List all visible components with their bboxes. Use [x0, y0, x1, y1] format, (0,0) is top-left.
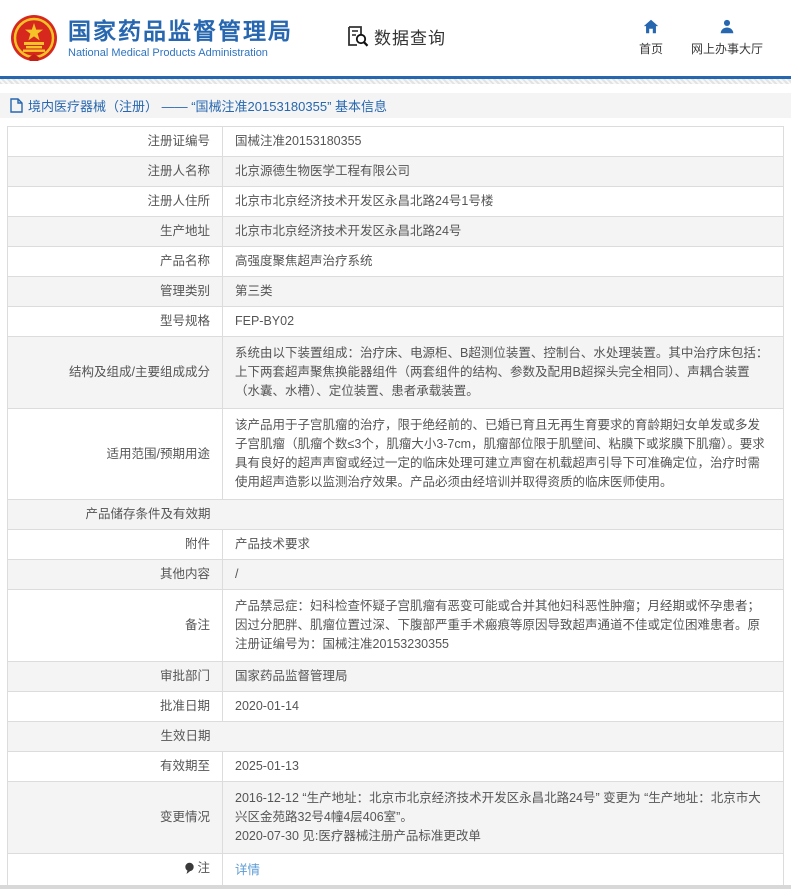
table-row: 适用范围/预期用途 该产品用于子宫肌瘤的治疗，限于绝经前的、已婚已育且无再生育要… — [8, 409, 784, 500]
field-value: 国械注准20153180355 — [223, 127, 784, 157]
field-label: 生效日期 — [8, 722, 223, 752]
field-label: 注 — [8, 854, 223, 888]
site-header: 国家药品监督管理局 National Medical Products Admi… — [0, 0, 791, 76]
table-row: 结构及组成/主要组成成分 系统由以下装置组成：治疗床、电源柜、B超测位装置、控制… — [8, 337, 784, 409]
details-link[interactable]: 详情 — [235, 863, 260, 877]
field-value: 第三类 — [223, 277, 784, 307]
registration-info-table: 注册证编号 国械注准20153180355 注册人名称 北京源德生物医学工程有限… — [7, 126, 784, 889]
table-row: 生效日期 — [8, 722, 784, 752]
data-query-tab[interactable]: 数据查询 — [345, 24, 446, 49]
field-label: 生产地址 — [8, 217, 223, 247]
document-search-icon — [345, 24, 369, 48]
table-row: 备注 产品禁忌症：妇科检查怀疑子宫肌瘤有恶变可能或合并其他妇科恶性肿瘤；月经期或… — [8, 590, 784, 662]
table-row: 注册人住所 北京市北京经济技术开发区永昌北路24号1号楼 — [8, 187, 784, 217]
table-row: 审批部门 国家药品监督管理局 — [8, 662, 784, 692]
site-title-en: National Medical Products Administration — [68, 47, 293, 59]
note-icon — [184, 862, 195, 875]
table-row: 产品储存条件及有效期 — [8, 500, 784, 530]
site-brand: 国家药品监督管理局 National Medical Products Admi… — [68, 18, 293, 59]
nav-online-hall-label: 网上办事大厅 — [691, 40, 763, 57]
field-value: 详情 — [223, 854, 784, 888]
header-nav: 首页 网上办事大厅 — [639, 18, 763, 57]
field-label: 管理类别 — [8, 277, 223, 307]
field-value: FEP-BY02 — [223, 307, 784, 337]
hatch-strip — [0, 79, 791, 84]
table-row: 批准日期 2020-01-14 — [8, 692, 784, 722]
field-value: 北京市北京经济技术开发区永昌北路24号1号楼 — [223, 187, 784, 217]
field-value: 高强度聚焦超声治疗系统 — [223, 247, 784, 277]
home-icon — [642, 18, 660, 36]
table-row: 注 详情 — [8, 854, 784, 888]
field-value: 该产品用于子宫肌瘤的治疗，限于绝经前的、已婚已育且无再生育要求的育龄期妇女单发或… — [223, 409, 784, 500]
table-row: 有效期至 2025-01-13 — [8, 752, 784, 782]
table-row: 生产地址 北京市北京经济技术开发区永昌北路24号 — [8, 217, 784, 247]
page-bottom-strip — [0, 885, 791, 889]
note-label-text: 注 — [197, 859, 210, 878]
nav-online-hall[interactable]: 网上办事大厅 — [691, 18, 763, 57]
field-label: 结构及组成/主要组成成分 — [8, 337, 223, 409]
national-emblem-logo — [10, 14, 58, 62]
table-row: 注册证编号 国械注准20153180355 — [8, 127, 784, 157]
data-query-label: 数据查询 — [374, 24, 446, 49]
field-label: 注册证编号 — [8, 127, 223, 157]
field-value: 国家药品监督管理局 — [223, 662, 784, 692]
field-value: 产品禁忌症：妇科检查怀疑子宫肌瘤有恶变可能或合并其他妇科恶性肿瘤；月经期或怀孕患… — [223, 590, 784, 662]
field-label: 其他内容 — [8, 560, 223, 590]
field-label: 注册人住所 — [8, 187, 223, 217]
nav-home[interactable]: 首页 — [639, 18, 663, 57]
person-icon — [718, 18, 736, 36]
breadcrumb-text: 境内医疗器械（注册） —— “国械注准20153180355” 基本信息 — [28, 96, 387, 115]
field-label: 备注 — [8, 590, 223, 662]
field-label: 适用范围/预期用途 — [8, 409, 223, 500]
field-label: 批准日期 — [8, 692, 223, 722]
field-label: 型号规格 — [8, 307, 223, 337]
field-value: 2016-12-12 “生产地址：北京市北京经济技术开发区永昌北路24号” 变更… — [223, 782, 784, 854]
site-title-cn: 国家药品监督管理局 — [68, 18, 293, 44]
field-value: 产品技术要求 — [223, 530, 784, 560]
table-row: 附件 产品技术要求 — [8, 530, 784, 560]
nav-home-label: 首页 — [639, 40, 663, 57]
table-row: 其他内容 / — [8, 560, 784, 590]
file-icon — [10, 98, 23, 113]
field-label: 附件 — [8, 530, 223, 560]
breadcrumb: 境内医疗器械（注册） —— “国械注准20153180355” 基本信息 — [0, 93, 791, 118]
field-value: 北京源德生物医学工程有限公司 — [223, 157, 784, 187]
field-label: 注册人名称 — [8, 157, 223, 187]
table-row: 变更情况 2016-12-12 “生产地址：北京市北京经济技术开发区永昌北路24… — [8, 782, 784, 854]
table-row: 产品名称 高强度聚焦超声治疗系统 — [8, 247, 784, 277]
field-label: 有效期至 — [8, 752, 223, 782]
field-label: 审批部门 — [8, 662, 223, 692]
table-row: 型号规格 FEP-BY02 — [8, 307, 784, 337]
field-value — [223, 500, 784, 530]
field-value — [223, 722, 784, 752]
table-row: 注册人名称 北京源德生物医学工程有限公司 — [8, 157, 784, 187]
field-label: 产品名称 — [8, 247, 223, 277]
field-value: / — [223, 560, 784, 590]
field-value: 北京市北京经济技术开发区永昌北路24号 — [223, 217, 784, 247]
table-row: 管理类别 第三类 — [8, 277, 784, 307]
field-label: 产品储存条件及有效期 — [8, 500, 223, 530]
field-value: 2020-01-14 — [223, 692, 784, 722]
field-label: 变更情况 — [8, 782, 223, 854]
field-value: 系统由以下装置组成：治疗床、电源柜、B超测位装置、控制台、水处理装置。其中治疗床… — [223, 337, 784, 409]
field-value: 2025-01-13 — [223, 752, 784, 782]
